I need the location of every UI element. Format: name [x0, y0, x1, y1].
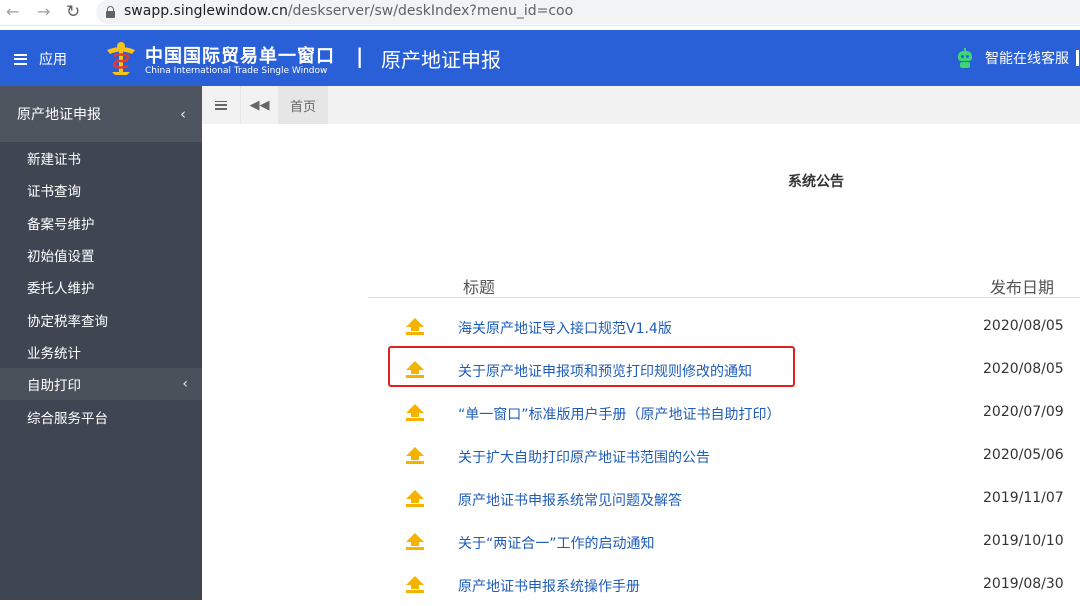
chevron-left-icon: ‹ — [182, 376, 188, 393]
header-divider — [1076, 50, 1079, 66]
collapse-menu-button[interactable] — [202, 86, 240, 124]
top-header: 应用 中国国际贸易单一窗口 China International Trade … — [0, 30, 1080, 86]
tab-home[interactable]: 首页 — [278, 86, 328, 124]
sidebar-item-label: 新建证书 — [27, 152, 81, 169]
highlight-annotation-box — [388, 346, 795, 387]
menu-icon — [215, 100, 227, 110]
hamburger-icon — [14, 53, 27, 65]
notice-row: 海关原产地证导入接口规范V1.4版 2020/08/05 — [368, 306, 1080, 348]
app-menu-label: 应用 — [39, 52, 67, 68]
tabs-bar: ◀◀ 首页 — [202, 86, 1080, 124]
sidebar-section-header[interactable]: 原产地证申报 ‹ — [0, 86, 202, 142]
sidebar-item-principal[interactable]: 委托人维护 — [0, 271, 202, 303]
sidebar-item-certificate-query[interactable]: 证书查询 — [0, 174, 202, 206]
notice-date: 2019/08/30 — [983, 576, 1064, 592]
notice-link[interactable]: 关于扩大自助打印原产地证书范围的公告 — [458, 447, 710, 467]
lock-icon — [106, 6, 115, 18]
customs-emblem-logo — [107, 42, 135, 75]
notice-link[interactable]: “单一窗口”标准版用户手册（原产地证书自助打印） — [458, 404, 781, 424]
header-separator: | — [356, 44, 364, 68]
sidebar-item-service-platform[interactable]: 综合服务平台 — [0, 400, 202, 432]
notice-date: 2020/08/05 — [983, 318, 1064, 334]
sidebar-menu: 新建证书 证书查询 备案号维护 初始值设置 委托人维护 协定税率查询 业务统计 … — [0, 142, 202, 433]
sidebar-item-tariff-query[interactable]: 协定税率查询 — [0, 303, 202, 335]
sidebar-item-self-print[interactable]: 自助打印 ‹ — [0, 368, 202, 401]
back-arrow-icon[interactable]: ← — [6, 2, 19, 22]
notice-section-title: 系统公告 — [788, 174, 844, 190]
brand-name-cn: 中国国际贸易单一窗口 — [145, 46, 335, 67]
sidebar-item-label: 委托人维护 — [27, 281, 95, 298]
module-title: 原产地证申报 — [381, 48, 501, 72]
up-arrow-icon — [406, 318, 424, 336]
sidebar: 原产地证申报 ‹ 新建证书 证书查询 备案号维护 初始值设置 委托人维护 协定税… — [0, 86, 202, 600]
notice-table-header: 标题 发布日期 — [368, 274, 1080, 298]
sidebar-item-label: 综合服务平台 — [27, 410, 108, 427]
tab-scroll-left-button[interactable]: ◀◀ — [240, 86, 278, 124]
sidebar-item-label: 业务统计 — [27, 345, 81, 362]
up-arrow-icon — [406, 533, 424, 551]
up-arrow-icon — [406, 404, 424, 422]
sidebar-item-label: 协定税率查询 — [27, 313, 108, 330]
sidebar-item-new-certificate[interactable]: 新建证书 — [0, 142, 202, 174]
notice-date: 2020/07/09 — [983, 404, 1064, 420]
sidebar-item-label: 初始值设置 — [27, 249, 95, 266]
sidebar-item-label: 备案号维护 — [27, 216, 95, 233]
notice-date: 2019/10/10 — [983, 533, 1064, 549]
online-service-button[interactable]: 智能在线客服 — [956, 48, 1069, 68]
sidebar-item-label: 证书查询 — [27, 184, 81, 201]
notice-link[interactable]: 关于“两证合一”工作的启动通知 — [458, 533, 655, 553]
column-header-title: 标题 — [463, 278, 496, 297]
up-arrow-icon — [406, 576, 424, 594]
main-content: 系统公告 标题 发布日期 海关原产地证导入接口规范V1.4版 2020/08/0… — [202, 124, 1080, 600]
column-header-date: 发布日期 — [990, 278, 1055, 297]
up-arrow-icon — [406, 490, 424, 508]
brand-name-en: China International Trade Single Window — [145, 66, 328, 76]
url-path: /deskserver/sw/deskIndex?menu_id=coo — [287, 3, 574, 19]
sidebar-item-statistics[interactable]: 业务统计 — [0, 336, 202, 368]
robot-icon — [956, 48, 974, 68]
double-left-arrow-icon: ◀◀ — [249, 97, 270, 113]
sidebar-item-record-number[interactable]: 备案号维护 — [0, 207, 202, 239]
chevron-left-icon[interactable]: ‹ — [180, 105, 186, 123]
notice-date: 2019/11/07 — [983, 490, 1064, 506]
url-host: swapp.singlewindow.cn — [124, 3, 288, 19]
address-bar[interactable]: swapp.singlewindow.cn/deskserver/sw/desk… — [96, 0, 1080, 24]
browser-toolbar: ← → ↻ swapp.singlewindow.cn/deskserver/s… — [0, 0, 1080, 26]
sidebar-item-label: 自助打印 — [27, 378, 81, 395]
notice-row: 关于扩大自助打印原产地证书范围的公告 2020/05/06 — [368, 435, 1080, 477]
reload-icon[interactable]: ↻ — [66, 2, 80, 22]
forward-arrow-icon[interactable]: → — [37, 2, 50, 22]
url-text: swapp.singlewindow.cn/deskserver/sw/desk… — [124, 3, 573, 19]
notice-link[interactable]: 原产地证书申报系统常见问题及解答 — [458, 490, 682, 510]
notice-row: 关于“两证合一”工作的启动通知 2019/10/10 — [368, 521, 1080, 563]
notice-link[interactable]: 海关原产地证导入接口规范V1.4版 — [458, 318, 672, 338]
notice-row: 原产地证书申报系统常见问题及解答 2019/11/07 — [368, 478, 1080, 520]
notice-date: 2020/05/06 — [983, 447, 1064, 463]
online-service-label: 智能在线客服 — [985, 51, 1069, 67]
notice-link[interactable]: 原产地证书申报系统操作手册 — [458, 576, 640, 596]
sidebar-section-title: 原产地证申报 — [17, 107, 101, 123]
notice-date: 2020/08/05 — [983, 361, 1064, 377]
up-arrow-icon — [406, 447, 424, 465]
sidebar-item-initial-settings[interactable]: 初始值设置 — [0, 239, 202, 271]
tab-home-label: 首页 — [289, 99, 316, 115]
app-menu-button[interactable]: 应用 — [14, 49, 67, 69]
notice-row: “单一窗口”标准版用户手册（原产地证书自助打印） 2020/07/09 — [368, 392, 1080, 434]
